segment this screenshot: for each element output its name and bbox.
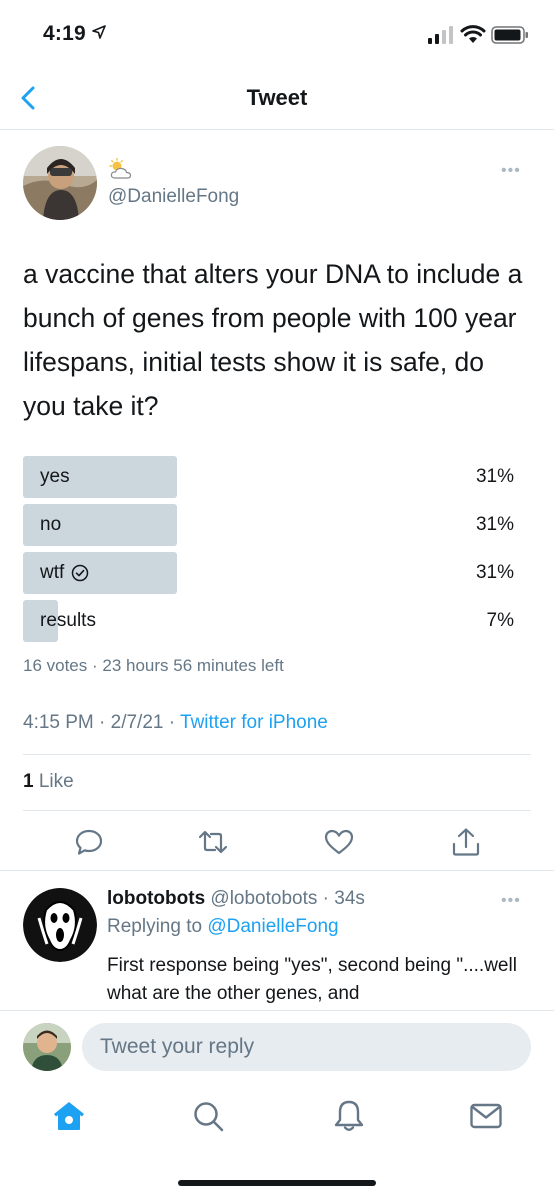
reply-text: First response being "yes", second being… [107, 955, 517, 1004]
replying-to-link[interactable]: @DanielleFong [207, 916, 338, 937]
location-arrow-icon [92, 25, 106, 39]
reply-handle-time: @lobotobots · 34s [205, 888, 365, 909]
share-icon[interactable] [450, 826, 482, 858]
tweet-text: a vaccine that alters your DNA to includ… [23, 259, 523, 421]
tweet-timestamp: 4:15 PM · 2/7/21 · Twitter for iPhone [23, 712, 328, 734]
more-icon[interactable]: ••• [501, 162, 521, 180]
poll-option: no 31% [23, 504, 520, 546]
poll-option: results 7% [23, 600, 520, 642]
notifications-icon[interactable] [331, 1098, 367, 1134]
replying-to: Replying to @DanielleFong [107, 916, 339, 938]
divider [23, 754, 531, 755]
reply-tweet[interactable]: lobotobots @lobotobots · 34s ••• Replyin… [0, 884, 554, 1009]
divider [23, 810, 531, 811]
check-circle-icon [72, 564, 89, 582]
compose-bar [0, 1010, 554, 1082]
poll-option-label: results [40, 610, 96, 632]
nav-bar: Tweet [0, 68, 554, 130]
reply-avatar[interactable] [23, 888, 97, 962]
poll: yes 31% no 31% wtf 31% results 7% [23, 456, 520, 648]
reply-input[interactable] [82, 1023, 531, 1071]
status-time: 4:19 [43, 22, 86, 45]
user-avatar[interactable] [23, 1023, 71, 1071]
tweet-header: @DanielleFong ••• [0, 146, 554, 226]
poll-option-percent: 7% [486, 610, 514, 631]
reply-author-name[interactable]: lobotobots [107, 888, 205, 909]
likes-number: 1 [23, 771, 34, 792]
likes-count[interactable]: 1 Like [23, 771, 74, 793]
poll-option-percent: 31% [475, 466, 514, 487]
cell-signal-icon [428, 26, 453, 44]
tweet-actions [0, 826, 554, 866]
poll-option: yes 31% [23, 456, 520, 498]
retweet-icon[interactable] [197, 826, 229, 858]
divider [0, 870, 554, 871]
battery-icon [491, 26, 528, 44]
poll-option-label: wtf [40, 562, 89, 584]
author-avatar[interactable] [23, 146, 97, 220]
replying-prefix: Replying to [107, 916, 208, 937]
poll-meta: 16 votes · 23 hours 56 minutes left [23, 656, 284, 675]
reply-header: lobotobots @lobotobots · 34s [107, 888, 365, 910]
messages-icon[interactable] [468, 1098, 504, 1134]
wifi-icon [460, 25, 486, 43]
like-icon[interactable] [323, 826, 355, 858]
poll-option-label: yes [40, 466, 70, 488]
likes-label: Like [33, 771, 74, 792]
poll-option-text: wtf [40, 562, 65, 583]
page-title: Tweet [246, 85, 308, 110]
poll-option-text: results [40, 610, 96, 631]
home-indicator [178, 1180, 376, 1186]
timestamp-text: 4:15 PM · 2/7/21 · [23, 712, 181, 733]
home-icon[interactable] [51, 1098, 87, 1134]
poll-option: wtf 31% [23, 552, 520, 594]
poll-option-text: yes [40, 466, 70, 487]
more-icon[interactable]: ••• [501, 892, 521, 910]
weather-icon [109, 158, 132, 179]
tweet-source-link[interactable]: Twitter for iPhone [180, 712, 328, 733]
status-bar: 4:19 [0, 0, 554, 68]
search-icon[interactable] [190, 1098, 226, 1134]
poll-option-percent: 31% [475, 514, 514, 535]
poll-option-percent: 31% [475, 562, 514, 583]
poll-option-label: no [40, 514, 61, 536]
poll-option-text: no [40, 514, 62, 535]
reply-icon[interactable] [73, 826, 105, 858]
author-handle[interactable]: @DanielleFong [108, 186, 239, 208]
